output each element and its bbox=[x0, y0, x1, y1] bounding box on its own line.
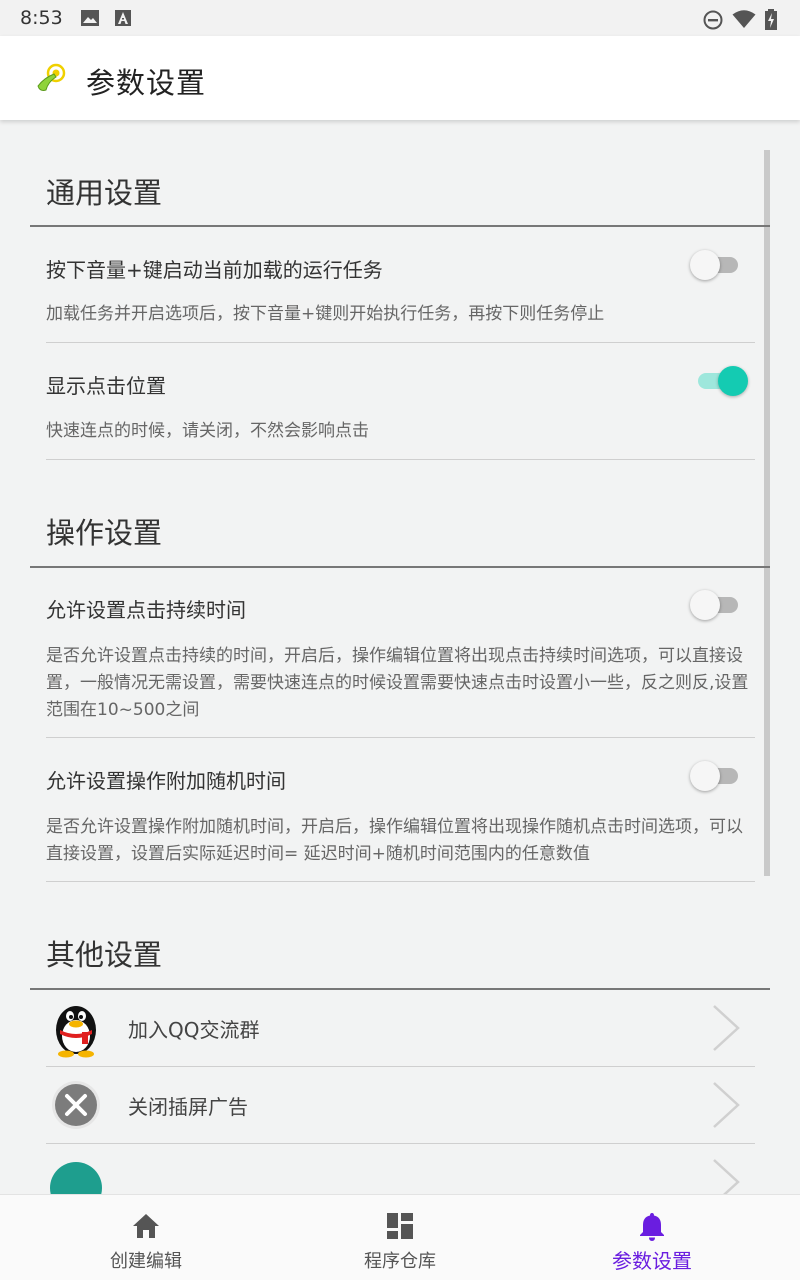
dashboard-icon bbox=[387, 1213, 413, 1239]
bell-icon bbox=[640, 1213, 664, 1241]
close-ads-row[interactable]: 关闭插屏广告 bbox=[30, 1067, 755, 1143]
show-click-position-switch[interactable] bbox=[690, 366, 748, 396]
setting-title-click-duration: 允许设置点击持续时间 bbox=[46, 598, 246, 622]
nav-label-program-repo: 程序仓库 bbox=[364, 1251, 436, 1272]
chevron-right-icon bbox=[713, 1159, 740, 1194]
join-qq-group-label: 加入QQ交流群 bbox=[128, 1018, 260, 1042]
close-circle-icon bbox=[52, 1081, 100, 1129]
home-icon bbox=[133, 1214, 159, 1238]
chevron-right-icon bbox=[713, 1082, 740, 1128]
section-divider bbox=[30, 566, 770, 568]
click-duration-switch[interactable] bbox=[690, 590, 740, 620]
setting-title-volume-key: 按下音量+键启动当前加载的运行任务 bbox=[46, 258, 383, 282]
join-qq-group-row[interactable]: 加入QQ交流群 bbox=[30, 990, 755, 1066]
qq-penguin-icon bbox=[56, 1006, 96, 1058]
setting-desc-click-duration: 是否允许设置点击持续的时间，开启后，操作编辑位置将出现点击持续时间选项，可以直接… bbox=[46, 646, 749, 720]
image-notification-icon bbox=[81, 10, 99, 26]
settings-list[interactable]: 通用设置 按下音量+键启动当前加载的运行任务 加载任务并开启选项后，按下音量+键… bbox=[0, 122, 800, 1194]
item-divider bbox=[46, 459, 755, 460]
partial-list-row[interactable] bbox=[30, 1144, 755, 1194]
scrollbar[interactable] bbox=[764, 150, 770, 876]
app-logo-icon bbox=[37, 63, 66, 91]
wifi-icon bbox=[732, 10, 756, 28]
setting-title-show-click: 显示点击位置 bbox=[46, 374, 166, 398]
page-title: 参数设置 bbox=[86, 66, 207, 100]
section-divider bbox=[30, 225, 770, 227]
setting-desc-random-time: 是否允许设置操作附加随机时间，开启后，操作编辑位置将出现操作随机点击时间选项，可… bbox=[46, 817, 743, 864]
random-time-switch[interactable] bbox=[690, 761, 740, 791]
app-bar: 参数设置 bbox=[0, 36, 800, 120]
nav-label-param-settings: 参数设置 bbox=[612, 1249, 692, 1273]
section-title-general: 通用设置 bbox=[46, 176, 163, 210]
item-divider bbox=[46, 737, 755, 738]
status-time: 8:53 bbox=[20, 7, 63, 29]
setting-title-random-time: 允许设置操作附加随机时间 bbox=[46, 769, 286, 793]
setting-desc-show-click: 快速连点的时候，请关闭，不然会影响点击 bbox=[46, 421, 369, 441]
status-bar: 8:53 bbox=[0, 0, 800, 36]
item-divider bbox=[46, 881, 755, 882]
chevron-right-icon bbox=[713, 1005, 740, 1051]
do-not-disturb-icon bbox=[703, 10, 723, 30]
nav-program-repo[interactable]: 程序仓库 bbox=[300, 1195, 500, 1280]
nav-label-create-edit: 创建编辑 bbox=[110, 1251, 182, 1272]
bottom-navigation: 创建编辑 程序仓库 参数设置 bbox=[0, 1194, 800, 1280]
close-ads-label: 关闭插屏广告 bbox=[128, 1095, 248, 1119]
nav-param-settings[interactable]: 参数设置 bbox=[552, 1195, 752, 1280]
setting-desc-volume-key: 加载任务并开启选项后，按下音量+键则开始执行任务，再按下则任务停止 bbox=[46, 304, 605, 324]
app-notification-icon bbox=[115, 10, 131, 26]
section-title-operation: 操作设置 bbox=[46, 516, 163, 550]
nav-create-edit[interactable]: 创建编辑 bbox=[46, 1195, 246, 1280]
partial-app-icon bbox=[50, 1162, 102, 1194]
volume-key-switch[interactable] bbox=[690, 250, 740, 280]
item-divider bbox=[46, 342, 755, 343]
section-title-other: 其他设置 bbox=[46, 938, 163, 972]
battery-charging-icon bbox=[765, 9, 777, 30]
